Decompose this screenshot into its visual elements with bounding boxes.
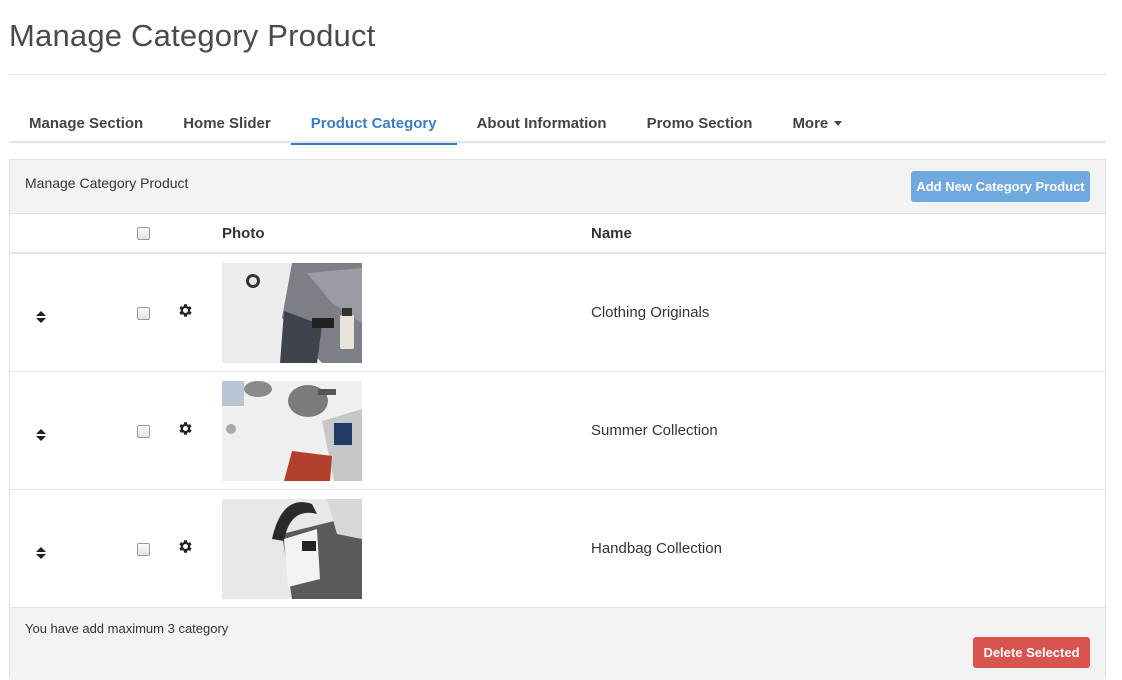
category-name: Clothing Originals <box>591 253 1105 372</box>
tab-manage-section[interactable]: Manage Section <box>9 104 163 143</box>
gear-icon[interactable] <box>177 538 194 559</box>
drag-sort-icon[interactable] <box>36 546 46 559</box>
add-category-button[interactable]: Add New Category Product <box>911 171 1090 202</box>
panel-heading: Manage Category Product <box>25 175 189 191</box>
table-row: Summer Collection <box>10 371 1105 490</box>
category-name: Handbag Collection <box>591 489 1105 608</box>
row-checkbox[interactable] <box>137 542 150 556</box>
gear-icon[interactable] <box>177 420 194 441</box>
select-all-checkbox[interactable] <box>137 227 150 241</box>
panel-header: Manage Category Product Add New Category… <box>10 160 1105 214</box>
category-name: Summer Collection <box>591 371 1105 490</box>
panel-footer: You have add maximum 3 category Delete S… <box>10 608 1105 680</box>
tab-product-category[interactable]: Product Category <box>290 104 457 145</box>
drag-sort-icon[interactable] <box>36 310 46 323</box>
caret-down-icon <box>834 121 843 126</box>
drag-sort-icon[interactable] <box>36 428 46 441</box>
tab-about-information[interactable]: About Information <box>457 104 627 143</box>
column-header-photo: Photo <box>222 214 591 254</box>
row-checkbox[interactable] <box>137 306 150 320</box>
title-divider <box>9 74 1106 75</box>
page-title: Manage Category Product <box>9 18 376 53</box>
category-panel: Manage Category Product Add New Category… <box>9 159 1106 680</box>
nav-tabs: Manage Section Home Slider Product Categ… <box>9 104 1106 145</box>
summer-photo <box>222 380 591 481</box>
category-table: Photo Name Clothing Originals Summer Col… <box>10 214 1105 608</box>
table-row: Handbag Collection <box>10 489 1105 608</box>
delete-selected-button[interactable]: Delete Selected <box>973 637 1090 668</box>
table-header-row: Photo Name <box>10 214 1105 254</box>
gear-icon[interactable] <box>177 302 194 323</box>
tab-home-slider[interactable]: Home Slider <box>163 104 291 143</box>
column-header-name: Name <box>591 214 1105 254</box>
tab-more-dropdown[interactable]: More <box>772 104 862 143</box>
tab-promo-section[interactable]: Promo Section <box>627 104 773 143</box>
category-limit-note: You have add maximum 3 category <box>25 621 229 636</box>
table-row: Clothing Originals <box>10 253 1105 372</box>
row-checkbox[interactable] <box>137 424 150 438</box>
handbag-photo <box>222 498 591 599</box>
clothing-photo <box>222 262 591 363</box>
